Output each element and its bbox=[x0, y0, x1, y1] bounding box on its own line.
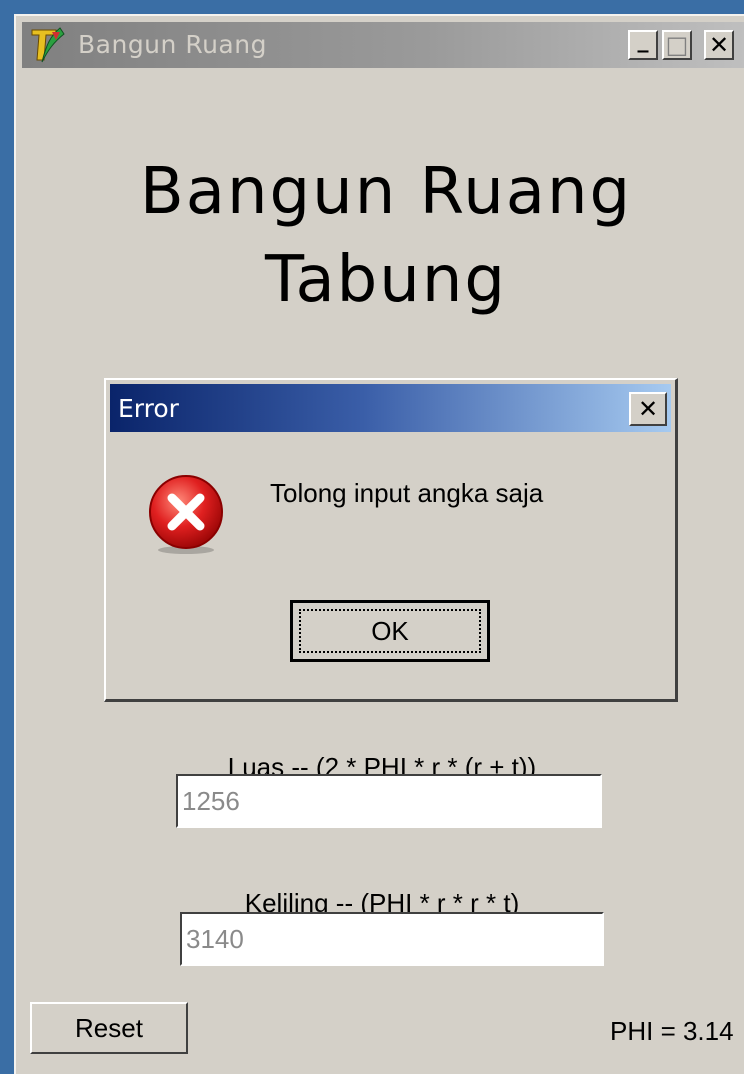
maximize-button[interactable]: □ bbox=[662, 30, 692, 60]
ok-button[interactable]: OK bbox=[290, 600, 490, 662]
error-dialog: Error ✕ Tolong input angka saja OK bbox=[104, 378, 678, 702]
keliling-field[interactable] bbox=[180, 912, 604, 966]
maximize-icon: □ bbox=[665, 31, 689, 59]
title-bar[interactable]: Bangun Ruang _ □ ✕ bbox=[22, 22, 744, 68]
error-icon bbox=[149, 475, 223, 554]
dialog-title: Error bbox=[118, 394, 179, 423]
window-title: Bangun Ruang bbox=[78, 30, 267, 59]
close-icon: ✕ bbox=[708, 31, 730, 59]
close-button[interactable]: ✕ bbox=[704, 30, 734, 60]
reset-button[interactable]: Reset bbox=[30, 1002, 188, 1054]
dialog-close-button[interactable]: ✕ bbox=[629, 392, 667, 426]
page-title-line2: Tabung bbox=[264, 243, 508, 317]
phi-constant-label: PHI = 3.14 bbox=[610, 1016, 734, 1046]
minimize-button[interactable]: _ bbox=[628, 27, 658, 60]
luas-field[interactable] bbox=[176, 774, 602, 828]
minimize-icon: _ bbox=[637, 27, 649, 53]
page-title: Bangun Ruang Tabung bbox=[16, 148, 744, 324]
tk-feather-icon bbox=[31, 27, 65, 63]
ok-button-label: OK bbox=[299, 609, 481, 653]
dialog-title-bar[interactable]: Error ✕ bbox=[110, 384, 671, 432]
page-title-line1: Bangun Ruang bbox=[139, 155, 633, 229]
dialog-message: Tolong input angka saja bbox=[270, 478, 544, 508]
close-icon: ✕ bbox=[637, 395, 659, 423]
